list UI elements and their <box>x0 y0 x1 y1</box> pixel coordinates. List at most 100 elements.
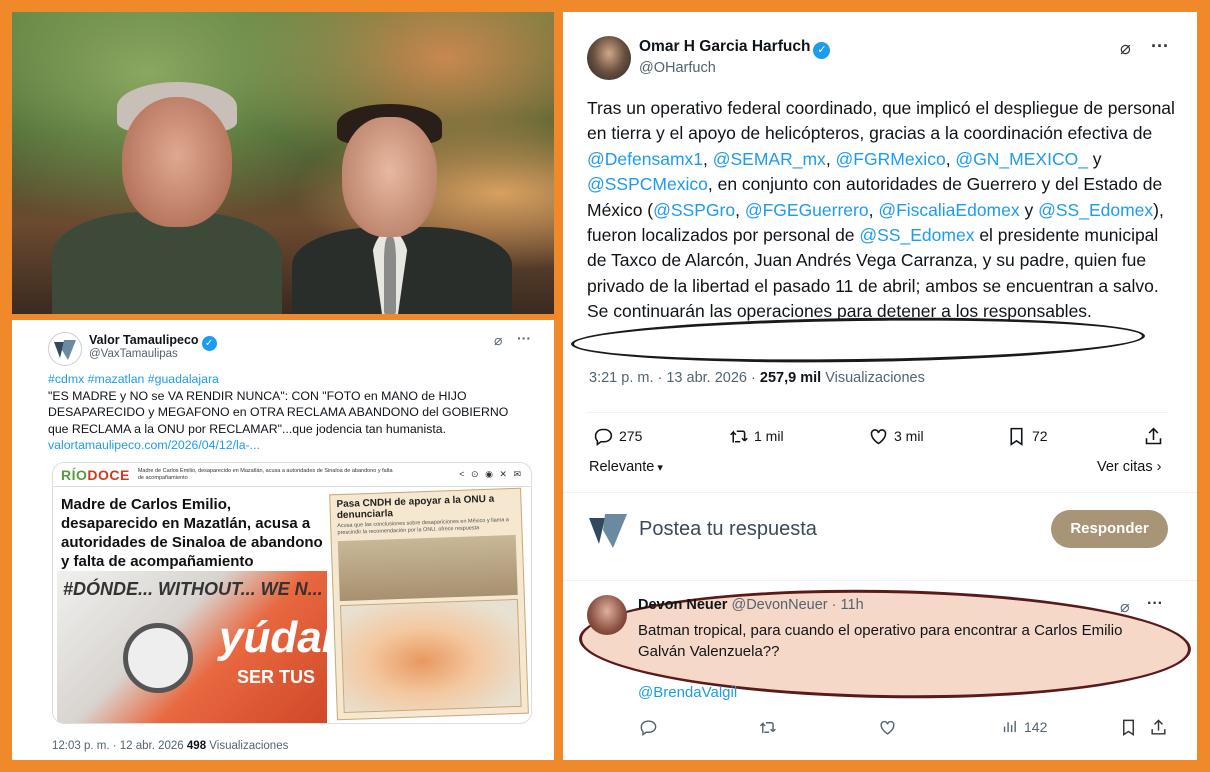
body-text: , <box>868 199 879 220</box>
share-icon <box>1151 719 1166 735</box>
divider <box>563 580 1197 581</box>
tweet-body: Tras un operativo federal coordinado, qu… <box>587 96 1179 325</box>
bookmark-icon <box>1010 427 1023 446</box>
timestamp[interactable]: 12:03 p. m. · 12 abr. 2026 <box>52 740 184 752</box>
avatar[interactable] <box>587 36 631 80</box>
reply-avatar[interactable] <box>587 595 627 635</box>
person-right-tie <box>384 237 396 314</box>
tweet-text: #cdmx #mazatlan #guadalajara "ES MADRE y… <box>48 371 528 454</box>
grok-icon[interactable]: ⌀ <box>1120 38 1131 59</box>
reply-bookmark-action[interactable] <box>1119 718 1138 737</box>
left-tweet: Valor Tamaulipeco ✓ @VaxTamaulipas ⌀ ··· … <box>12 320 554 760</box>
author-name[interactable]: Valor Tamaulipeco <box>89 333 199 347</box>
link-card[interactable]: RÍODOCE Madre de Carlos Emilio, desapare… <box>52 462 532 724</box>
mention[interactable]: @Defensamx1 <box>587 149 703 169</box>
body-text: , <box>945 148 956 169</box>
reply-action[interactable]: 275 <box>593 426 642 447</box>
grok-icon[interactable]: ⌀ <box>494 332 502 349</box>
verified-icon: ✓ <box>813 42 831 59</box>
reply-views-count: 142 <box>1024 718 1048 735</box>
sort-label: Relevante <box>589 459 655 475</box>
mention[interactable]: @FGEGuerrero <box>745 200 869 220</box>
views-label: Visualizaciones <box>209 740 289 752</box>
body-text: y <box>1087 148 1102 169</box>
reply-share-action[interactable] <box>1149 718 1168 737</box>
chevron-down-icon: ▾ <box>654 462 663 474</box>
person-left-body <box>52 212 282 314</box>
mention[interactable]: @SSPGro <box>653 200 735 220</box>
body-text: y <box>1019 199 1039 220</box>
reply-count: 275 <box>619 428 643 444</box>
action-bar: 275 1 mil 3 mil 72 <box>587 424 1167 448</box>
card-header: RÍODOCE Madre de Carlos Emilio, desapare… <box>53 463 531 487</box>
more-icon[interactable]: ··· <box>517 330 531 346</box>
author-handle[interactable]: @OHarfuch <box>639 60 716 76</box>
author-handle[interactable]: @VaxTamaulipas <box>89 348 178 360</box>
body-text: , <box>703 148 713 169</box>
inset-photo <box>337 534 518 602</box>
tweet-body-text: "ES MADRE y NO se VA RENDIR NUNCA": CON … <box>48 388 509 436</box>
compose-avatar <box>587 508 629 550</box>
repost-icon <box>759 721 776 734</box>
reply-like-action[interactable] <box>878 718 897 737</box>
see-quotes-label: Ver citas <box>1097 459 1153 475</box>
avatar[interactable] <box>48 332 82 366</box>
reply-author-handle[interactable]: @DevonNeuer <box>731 597 827 613</box>
mention[interactable]: @SS_Edomex <box>859 225 974 245</box>
see-quotes-link[interactable]: Ver citas › <box>1097 459 1161 475</box>
mention[interactable]: @SS_Edomex <box>1038 200 1153 220</box>
body-text: , <box>735 199 745 220</box>
reply-icon <box>594 428 613 446</box>
reply-author-line: Devon Neuer @DevonNeuer · 11h <box>638 597 864 613</box>
bookmark-count: 72 <box>1032 428 1048 444</box>
card-headline: Madre de Carlos Emilio, desaparecido en … <box>61 496 323 570</box>
vt-logo-icon <box>589 514 627 548</box>
person-left-face <box>122 97 232 227</box>
share-action[interactable] <box>1143 426 1164 447</box>
heart-icon <box>880 720 895 735</box>
sort-dropdown[interactable]: Relevante ▾ <box>589 459 663 475</box>
repost-icon <box>730 429 748 443</box>
repost-count: 1 mil <box>754 428 784 444</box>
repost-action[interactable]: 1 mil <box>728 426 784 447</box>
mention[interactable]: @SSPCMexico <box>587 174 708 194</box>
views-count: 257,9 mil <box>759 370 822 386</box>
author-line: Omar H Garcia Harfuch ✓ <box>639 38 831 59</box>
timestamp[interactable]: 3:21 p. m. · 13 abr. 2026 · <box>589 370 760 386</box>
mention[interactable]: @FGRMexico <box>836 149 946 169</box>
mexico-map <box>339 598 522 714</box>
card-header-caption: Madre de Carlos Emilio, desaparecido en … <box>137 467 393 481</box>
divider <box>587 412 1169 413</box>
more-icon[interactable]: ··· <box>1147 595 1163 613</box>
reply-author-name[interactable]: Devon Neuer <box>638 597 727 613</box>
banner-text: yúdar <box>219 613 339 662</box>
bookmark-icon <box>1123 719 1134 736</box>
reply-repost-action[interactable] <box>758 718 777 737</box>
riodoce-logo: RÍODOCE <box>61 466 130 483</box>
bookmark-action[interactable]: 72 <box>1006 426 1048 447</box>
views-label: Visualizaciones <box>825 370 925 386</box>
tweet-meta: 12:03 p. m. · 12 abr. 2026 498 Visualiza… <box>52 740 288 752</box>
mention[interactable]: @GN_MEXICO_ <box>955 149 1088 169</box>
divider <box>563 492 1197 493</box>
mention[interactable]: @FiscaliaEdomex <box>878 200 1019 220</box>
vt-logo-icon <box>49 333 81 365</box>
author-name[interactable]: Omar H Garcia Harfuch <box>639 38 810 55</box>
banner-subtext: SER TUS <box>237 667 316 687</box>
article-link[interactable]: valortamaulipeco.com/2026/04/12/la-... <box>48 438 260 452</box>
reply-button[interactable]: Responder <box>1051 510 1168 548</box>
reply-mention[interactable]: @BrendaValgil <box>638 684 737 701</box>
more-icon[interactable]: ··· <box>1151 36 1169 57</box>
compose-input[interactable]: Postea tu respuesta <box>639 518 817 541</box>
main-tweet: Omar H Garcia Harfuch ✓ @OHarfuch ⌀ ··· T… <box>563 12 1197 760</box>
header-photo <box>12 12 554 314</box>
hashtags[interactable]: #cdmx #mazatlan #guadalajara <box>48 371 528 388</box>
protest-sign: #DÓNDE... WITHOUT... WE N... <box>63 579 323 599</box>
like-action[interactable]: 3 mil <box>868 426 924 447</box>
mention[interactable]: @SEMAR_mx <box>713 149 826 169</box>
share-icon <box>1145 427 1162 444</box>
reply-views[interactable]: 142 <box>1001 718 1047 735</box>
grok-icon[interactable]: ⌀ <box>1120 597 1130 617</box>
reply-reply-action[interactable] <box>639 718 658 737</box>
megaphone-icon <box>123 623 193 693</box>
